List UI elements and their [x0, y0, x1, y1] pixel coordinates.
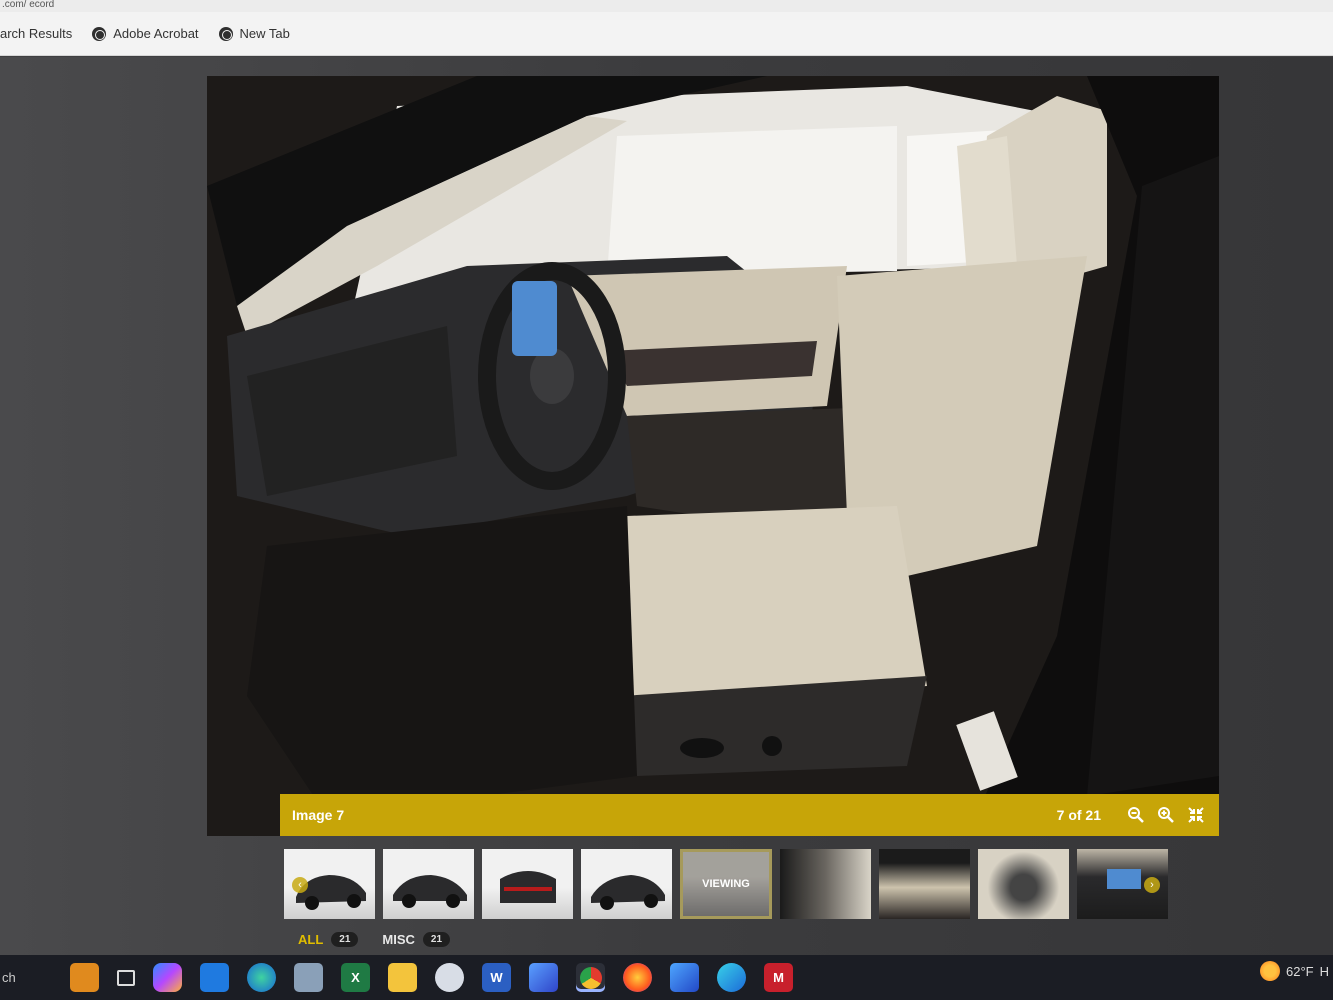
filter-label: MISC	[382, 932, 415, 947]
filter-all[interactable]: ALL 21	[298, 932, 359, 947]
system-tray: 62°F H	[1260, 961, 1329, 981]
task-view-icon[interactable]	[117, 969, 135, 986]
image-viewer: Image 7 7 of 21	[207, 76, 1219, 836]
app-icon[interactable]	[529, 963, 558, 992]
word-icon[interactable]: W	[482, 963, 511, 992]
thumbnail[interactable]	[977, 849, 1069, 919]
zoom-out-icon[interactable]	[1125, 804, 1147, 826]
computer-icon[interactable]	[294, 963, 323, 992]
zoom-in-icon[interactable]	[1155, 804, 1177, 826]
thumbnail[interactable]	[383, 849, 475, 919]
file-explorer-icon[interactable]	[388, 963, 417, 992]
briefcase-icon[interactable]	[70, 963, 99, 992]
firefox-icon[interactable]	[623, 963, 652, 992]
excel-icon[interactable]: X	[341, 963, 370, 992]
image-caption-bar: Image 7 7 of 21	[280, 794, 1219, 836]
app3-icon[interactable]	[717, 963, 746, 992]
image-counter: 7 of 21	[1056, 807, 1101, 823]
thumbnail[interactable]: ›	[1076, 849, 1168, 919]
bookmarks-bar: arch Results Adobe Acrobat New Tab	[0, 12, 1333, 56]
thumbnail[interactable]	[581, 849, 673, 919]
thumbnail[interactable]	[878, 849, 970, 919]
bookmark-adobe-acrobat[interactable]: Adobe Acrobat	[92, 26, 199, 41]
chevron-left-icon[interactable]: ‹	[292, 877, 308, 893]
viewing-label: VIEWING	[680, 849, 772, 919]
thumbnail[interactable]: ‹	[284, 849, 376, 919]
bookmark-label: arch Results	[0, 26, 73, 41]
chevron-right-icon[interactable]: ›	[1143, 877, 1160, 893]
address-bar-fragment[interactable]: .com/ ecord	[0, 0, 1333, 12]
bookmark-label: New Tab	[239, 26, 290, 41]
collapse-icon[interactable]	[1185, 804, 1207, 826]
weather-icon[interactable]	[1260, 961, 1280, 981]
weather-temp[interactable]: 62°F	[1286, 964, 1314, 979]
taskbar-apps: X W M	[70, 963, 793, 992]
thumbnail[interactable]	[779, 849, 871, 919]
thumbnail-active[interactable]: VIEWING	[680, 849, 772, 919]
copilot-icon[interactable]	[153, 963, 182, 992]
image-title: Image 7	[292, 807, 345, 823]
mail-icon[interactable]	[200, 963, 229, 992]
globe-icon	[218, 26, 233, 41]
bookmark-label: Adobe Acrobat	[113, 26, 199, 41]
filter-misc[interactable]: MISC 21	[382, 932, 451, 947]
filter-count-badge: 21	[422, 932, 451, 947]
bookmark-new-tab[interactable]: New Tab	[218, 26, 290, 41]
globe-icon	[92, 26, 107, 41]
edge-icon[interactable]	[247, 963, 276, 992]
weather-trailing: H	[1319, 963, 1329, 979]
bookmark-search-results[interactable]: arch Results	[0, 26, 72, 41]
windows-taskbar: ch X W M 62°F H	[0, 955, 1333, 1000]
app2-icon[interactable]	[670, 963, 699, 992]
chrome-icon[interactable]	[576, 963, 605, 992]
photo-filters: ALL 21 MISC 21	[298, 932, 464, 947]
filter-label: ALL	[298, 932, 324, 947]
thumbnail[interactable]	[482, 849, 574, 919]
car-interior-photo[interactable]	[207, 76, 1219, 836]
thumbnail-strip: ‹ VIEWING ›	[284, 849, 1168, 919]
filter-count-badge: 21	[331, 932, 359, 947]
paint-icon[interactable]	[435, 963, 464, 992]
mcafee-icon[interactable]: M	[764, 963, 793, 992]
taskbar-search[interactable]: ch	[0, 970, 60, 985]
